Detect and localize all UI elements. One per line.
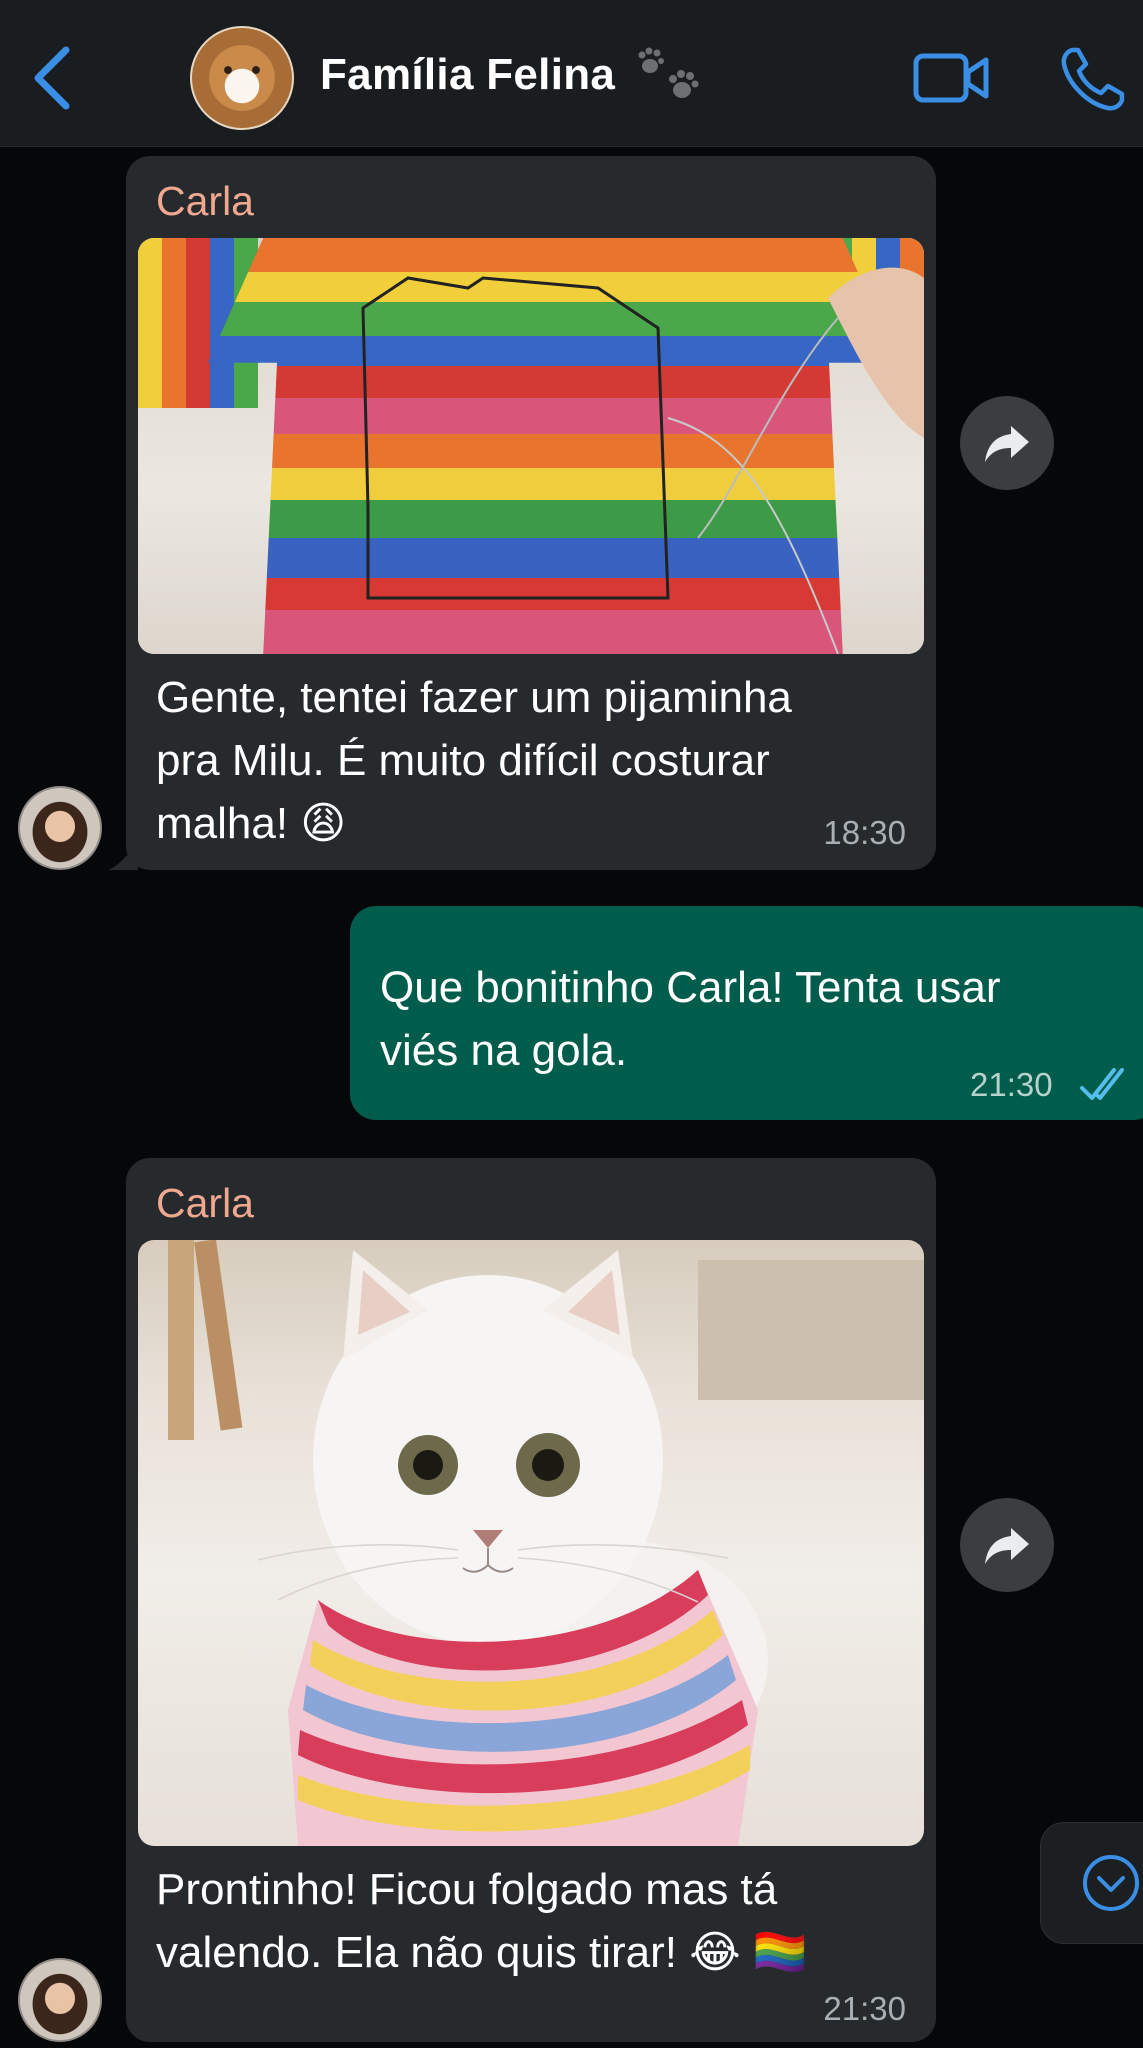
message-time: 21:30 [970, 1066, 1053, 1103]
phone-icon [1061, 47, 1125, 111]
forward-icon [985, 426, 1029, 462]
back-button[interactable] [22, 38, 82, 118]
forward-button[interactable] [960, 396, 1054, 490]
message-text: Prontinho! Ficou folgado mas tá valendo.… [156, 1858, 808, 1984]
read-receipt-icon [1080, 1068, 1124, 1100]
message-line: malha! 😩 [156, 799, 347, 848]
scroll-to-bottom-button[interactable] [1040, 1822, 1143, 1944]
message-time: 21:30 [823, 1990, 906, 2027]
sweater-photo[interactable] [138, 238, 924, 654]
group-avatar[interactable] [190, 26, 294, 130]
paw-prints-icon [638, 47, 699, 98]
voice-call-button[interactable] [1058, 44, 1128, 114]
chat-title[interactable]: Família Felina [320, 50, 615, 100]
message-bubble-outgoing[interactable]: Que bonitinho Carla! Tenta usar viés na … [350, 906, 1143, 1120]
message-bubble-incoming[interactable]: Carla Gente, tentei fazer um pijaminha p… [108, 156, 936, 870]
message-line: Gente, tentei fazer um pijaminha [156, 673, 792, 722]
message-text: Gente, tentei fazer um pijaminha pra Mil… [156, 666, 792, 855]
message-text: Que bonitinho Carla! Tenta usar viés na … [380, 956, 1000, 1082]
message-line: viés na gola. [380, 1026, 628, 1075]
message-bubble-incoming[interactable]: Carla Prontinho! Ficou folgado mas tá va… [126, 1158, 936, 2042]
video-call-button[interactable] [912, 48, 992, 108]
message-line: Prontinho! Ficou folgado mas tá [156, 1865, 778, 1914]
sender-avatar[interactable] [18, 786, 102, 870]
message-time: 18:30 [823, 814, 906, 851]
message-line: valendo. Ela não quis tirar! 😂 🏳️‍🌈 [156, 1928, 808, 1977]
cat-photo[interactable] [138, 1240, 924, 1846]
message-line: pra Milu. É muito difícil costurar [156, 736, 770, 785]
chevron-down-circle-icon [1083, 1855, 1139, 1911]
video-camera-icon [913, 53, 989, 103]
chat-header: Família Felina [0, 0, 1143, 147]
chat-screen: Família Felina Carla Gente, tentei fazer… [0, 0, 1143, 2048]
forward-button[interactable] [960, 1498, 1054, 1592]
message-line: Que bonitinho Carla! Tenta usar [380, 963, 1001, 1012]
bubble-tail [108, 840, 138, 870]
forward-icon [985, 1528, 1029, 1564]
sender-name: Carla [156, 1180, 254, 1226]
sender-name: Carla [156, 178, 254, 224]
sender-avatar[interactable] [18, 1958, 102, 2042]
chevron-left-icon [34, 46, 70, 110]
